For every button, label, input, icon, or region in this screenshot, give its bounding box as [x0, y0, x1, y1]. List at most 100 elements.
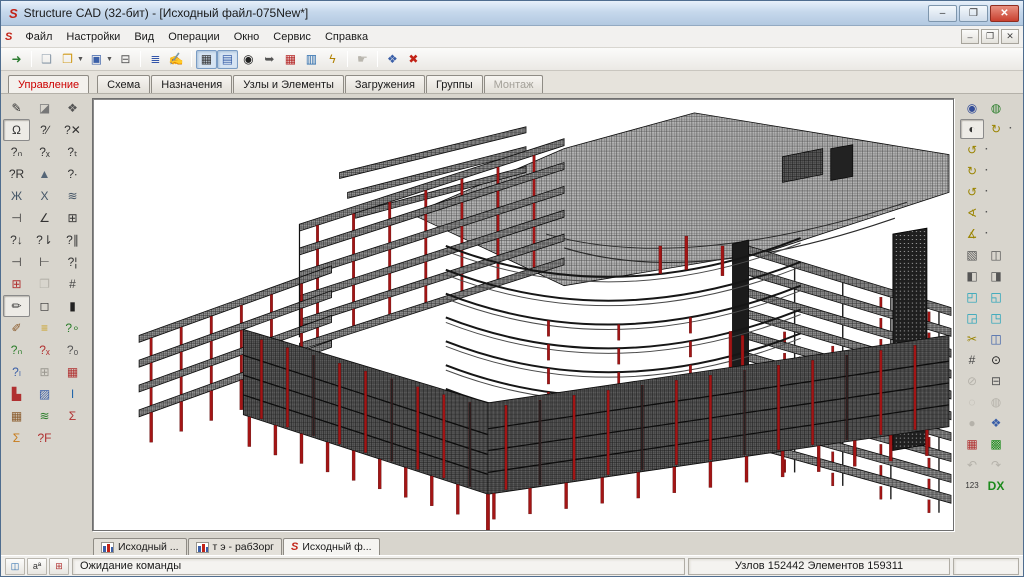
- rotate-z-ccw-button[interactable]: ↺: [960, 182, 984, 202]
- table-input-button[interactable]: ▦: [280, 50, 301, 69]
- red-grid-button[interactable]: ▦: [59, 361, 86, 383]
- refresh-view-button[interactable]: ❖: [984, 413, 1008, 433]
- fly-view-button[interactable]: ◍: [984, 98, 1008, 118]
- fragment-window-button[interactable]: ◫: [984, 329, 1008, 349]
- print-button[interactable]: ⊟: [115, 50, 136, 69]
- drawing-canvas[interactable]: [92, 98, 954, 531]
- join-node-left-button[interactable]: ⊣: [3, 251, 30, 273]
- minimize-button[interactable]: –: [928, 4, 957, 22]
- cube-front-view-button[interactable]: ◫: [984, 245, 1008, 265]
- export-fragment-button[interactable]: ➥: [259, 50, 280, 69]
- rotate-x-ccw-dropdown-icon[interactable]: ·: [985, 144, 988, 155]
- rod-type-button[interactable]: ?∕: [31, 119, 58, 141]
- rigidity-t-button[interactable]: ?ₜ: [59, 141, 86, 163]
- mdi-minimize-button[interactable]: –: [961, 29, 979, 44]
- zoom-in-button[interactable]: ⊙: [984, 350, 1008, 370]
- steel-beam-button[interactable]: I: [59, 383, 86, 405]
- snapshot-camera-button[interactable]: ◉: [238, 50, 259, 69]
- elastic-base-button[interactable]: ?∙: [59, 163, 86, 185]
- open-file-button[interactable]: ❒: [57, 50, 78, 69]
- menu-item-1[interactable]: Настройки: [59, 28, 127, 46]
- group-l-button[interactable]: ?ₗ: [3, 361, 30, 383]
- rigidity-x-button[interactable]: ?ₓ: [31, 141, 58, 163]
- tab-upravlenie[interactable]: Управление: [8, 75, 90, 93]
- run-calculation-button[interactable]: ϟ: [322, 50, 343, 69]
- iso-view-1-button[interactable]: ◰: [960, 287, 984, 307]
- rigidity-n-button[interactable]: ?ₙ: [3, 141, 30, 163]
- close-schema-button[interactable]: ✖: [403, 50, 424, 69]
- group-o-button[interactable]: ?ₒ: [59, 339, 86, 361]
- color-layers-button[interactable]: ≋: [31, 405, 58, 427]
- new-document-button[interactable]: ❑: [36, 50, 57, 69]
- restore-button[interactable]: ❐: [959, 4, 988, 22]
- restraints-button[interactable]: ?R: [3, 163, 30, 185]
- column-light-button[interactable]: ▮: [59, 295, 86, 317]
- green-mesh-toggle-button[interactable]: ▩: [984, 434, 1008, 454]
- mdi-restore-button[interactable]: ❐: [981, 29, 999, 44]
- load-node-button[interactable]: ?↓: [3, 229, 30, 251]
- rotate-angle-down-dropdown-icon[interactable]: ·: [985, 228, 988, 239]
- fence-select-button[interactable]: #: [960, 350, 984, 370]
- menu-item-5[interactable]: Сервис: [266, 28, 318, 46]
- layer-stack-button[interactable]: ≡: [31, 317, 58, 339]
- sum-squares-button[interactable]: Σ: [59, 405, 86, 427]
- join-node-right-button[interactable]: ⊢: [31, 251, 58, 273]
- element-info-button[interactable]: Ω: [3, 119, 30, 141]
- project-exit-button[interactable]: ➜: [6, 50, 27, 69]
- rotate-x-cw-button[interactable]: ↻: [984, 119, 1008, 139]
- rotate-angle-down-button[interactable]: ∡: [960, 224, 984, 244]
- load-point-button[interactable]: ?⇂: [31, 229, 58, 251]
- sum-loads-button[interactable]: Σ: [3, 427, 30, 449]
- cross-bars-button[interactable]: Х: [31, 185, 58, 207]
- load-line-button[interactable]: ?∥: [59, 229, 86, 251]
- rotate-x-ccw-button[interactable]: ↺: [960, 140, 984, 160]
- cube-tool-button[interactable]: ◻: [31, 295, 58, 317]
- cut-fragment-button[interactable]: ✂: [960, 329, 984, 349]
- model-frame-view-button[interactable]: ▤: [216, 49, 238, 69]
- node-grid-info-button[interactable]: ⊞: [49, 557, 69, 575]
- mdi-close-button[interactable]: ✕: [1001, 29, 1019, 44]
- group-n-button[interactable]: ?ₙ: [3, 339, 30, 361]
- group-cube-button[interactable]: ▦: [3, 405, 30, 427]
- rotate-z-cw-dropdown-icon[interactable]: ·: [985, 165, 988, 176]
- volumetric-body-button[interactable]: ❖: [59, 97, 86, 119]
- print-view-button[interactable]: ⊟: [984, 371, 1008, 391]
- menu-item-2[interactable]: Вид: [127, 28, 161, 46]
- load-temp-button[interactable]: ?¦: [59, 251, 86, 273]
- document-tab-2[interactable]: S Исходный ф...: [283, 538, 380, 555]
- save-file-button[interactable]: ▣: [86, 50, 107, 69]
- add-mesh-button[interactable]: ⊞: [3, 273, 30, 295]
- orbit-3d-button[interactable]: ◉: [960, 98, 984, 118]
- tab-5[interactable]: Группы: [425, 75, 483, 93]
- group-x-button[interactable]: ?ₓ: [31, 339, 58, 361]
- project-tree-button[interactable]: ≣: [145, 50, 166, 69]
- erase-button[interactable]: ◪: [31, 97, 58, 119]
- model-solid-view-button[interactable]: ▦: [195, 49, 217, 69]
- menu-item-3[interactable]: Операции: [161, 28, 226, 46]
- tab-1[interactable]: Схема: [97, 75, 151, 93]
- light-grid-button[interactable]: ⊞: [31, 361, 58, 383]
- tab-2[interactable]: Назначения: [151, 75, 233, 93]
- force-f-button[interactable]: ?F: [31, 427, 58, 449]
- open-file-dropdown-icon[interactable]: ▼: [77, 56, 84, 63]
- node-delete-button[interactable]: ?✕: [59, 119, 86, 141]
- parallel-bars-button[interactable]: ≋: [59, 185, 86, 207]
- cube-side-view-button[interactable]: ◨: [984, 266, 1008, 286]
- document-tab-0[interactable]: Исходный ...: [93, 538, 187, 555]
- iso-view-3-button[interactable]: ◲: [960, 308, 984, 328]
- menu-item-6[interactable]: Справка: [318, 28, 375, 46]
- tab-4[interactable]: Загружения: [344, 75, 425, 93]
- save-file-dropdown-icon[interactable]: ▼: [106, 56, 113, 63]
- results-monitor-button[interactable]: ▥: [301, 50, 322, 69]
- paint-elements-button[interactable]: ✐: [3, 317, 30, 339]
- mesh-table-button[interactable]: ⊞: [59, 207, 86, 229]
- rotate-z-cw-button[interactable]: ↻: [960, 161, 984, 181]
- dx-export-button[interactable]: DX: [984, 476, 1008, 496]
- close-button[interactable]: ✕: [990, 4, 1019, 22]
- tab-3[interactable]: Узлы и Элементы: [233, 75, 344, 93]
- iso-view-4-button[interactable]: ◳: [984, 308, 1008, 328]
- node-mark-button[interactable]: ?∘: [59, 317, 86, 339]
- trim-bars-button[interactable]: ⊣: [3, 207, 30, 229]
- wire-cube-button[interactable]: ▧: [960, 245, 984, 265]
- document-tab-1[interactable]: т э - раб3орг: [187, 538, 283, 555]
